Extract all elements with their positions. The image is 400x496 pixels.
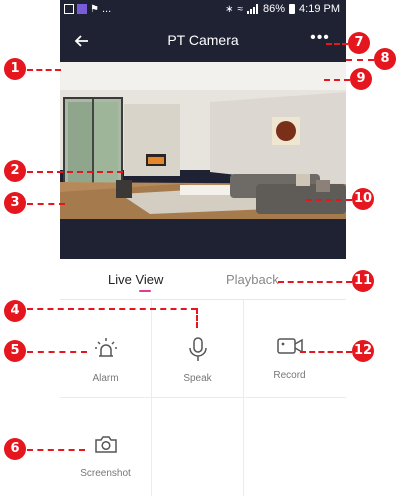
alarm-light-icon (94, 338, 117, 357)
battery-icon (289, 4, 296, 14)
active-tab-indicator (139, 290, 151, 292)
bluetooth-icon: ∗ (225, 3, 234, 15)
record-label: Record (273, 370, 306, 381)
annotation-leader (27, 203, 65, 205)
annotation-leader (27, 171, 123, 173)
alarm-button[interactable]: Alarm (60, 300, 151, 396)
annotation-marker-8: 8 (374, 48, 396, 70)
page-title: PT Camera (167, 32, 239, 48)
tab-live-view[interactable]: Live View (108, 272, 163, 287)
phone-screen: ⚑ ... ∗ ≈ 86% 4:19 PM PT Camera ••• Live… (60, 0, 346, 496)
living-room-image (60, 62, 346, 219)
annotation-marker-10: 10 (352, 188, 374, 210)
app-notification-icon (77, 4, 87, 14)
annotation-leader (27, 69, 61, 71)
annotation-marker-6: 6 (4, 438, 26, 460)
more-notifications: ... (101, 3, 112, 15)
speak-label: Speak (183, 373, 212, 384)
annotation-leader (326, 43, 348, 45)
microphone-icon (188, 337, 207, 361)
annotation-leader (346, 59, 374, 61)
annotation-marker-5: 5 (4, 340, 26, 362)
app-header: PT Camera ••• (60, 20, 346, 62)
image-notification-icon (64, 4, 74, 14)
annotation-marker-2: 2 (4, 160, 26, 182)
screenshot-label: Screenshot (80, 468, 131, 479)
wifi-icon: ≈ (237, 3, 244, 15)
video-camera-icon (276, 338, 303, 354)
signal-icon (247, 4, 259, 14)
annotation-marker-1: 1 (4, 58, 26, 80)
annotation-marker-3: 3 (4, 192, 26, 214)
view-tabs: Live View Playback (60, 259, 346, 300)
annotation-marker-4: 4 (4, 300, 26, 322)
flag-notification-icon: ⚑ (90, 3, 99, 15)
annotation-leader (27, 308, 197, 310)
annotation-leader (324, 79, 350, 81)
camera-icon (94, 436, 117, 453)
annotation-leader (27, 449, 85, 451)
battery-percent: 86% (263, 3, 286, 15)
annotation-marker-11: 11 (352, 270, 374, 292)
record-button[interactable]: Record (244, 300, 335, 396)
annotation-leader (27, 351, 87, 353)
annotation-marker-9: 9 (350, 68, 372, 90)
annotation-leader (300, 351, 352, 353)
more-options-button[interactable]: ••• (308, 29, 332, 53)
status-bar: ⚑ ... ∗ ≈ 86% 4:19 PM (60, 0, 346, 20)
camera-live-feed[interactable] (60, 62, 346, 219)
alarm-label: Alarm (92, 373, 119, 384)
annotation-leader (278, 281, 352, 283)
screenshot-button[interactable]: Screenshot (60, 398, 151, 494)
clock: 4:19 PM (299, 3, 340, 15)
annotation-leader (196, 308, 198, 328)
tab-playback[interactable]: Playback (226, 272, 279, 287)
annotation-leader (306, 199, 352, 201)
annotation-marker-7: 7 (348, 32, 370, 54)
annotation-marker-12: 12 (352, 340, 374, 362)
